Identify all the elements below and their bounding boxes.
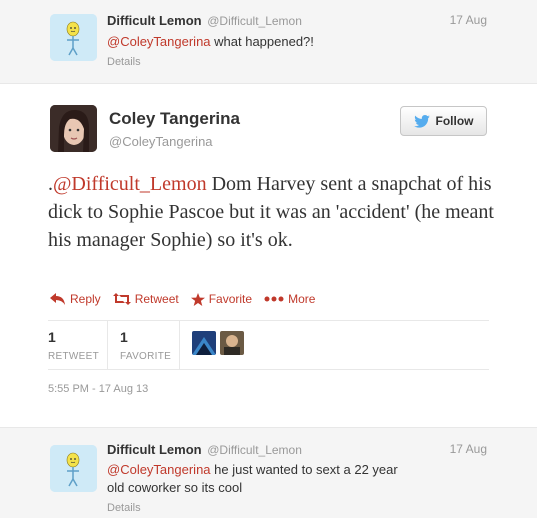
favorite-button[interactable]: Favorite <box>190 292 253 306</box>
author-line: Difficult Lemon @Difficult_Lemon <box>107 442 302 457</box>
reply-label: Reply <box>70 292 101 306</box>
avatar[interactable] <box>50 105 97 152</box>
mention-link[interactable]: @ColeyTangerina <box>107 462 211 477</box>
tweet-text: .@Difficult_Lemon Dom Harvey sent a snap… <box>48 170 508 254</box>
retweets-label: RETWEET <box>48 351 99 362</box>
follow-label: Follow <box>435 114 474 128</box>
follow-button[interactable]: Follow <box>400 106 487 136</box>
favorites-label: FAVORITE <box>120 351 172 362</box>
details-link[interactable]: Details <box>107 56 141 68</box>
more-label: More <box>288 292 316 306</box>
favorites-count: 1 <box>120 329 128 345</box>
main-tweet: Coley Tangerina @ColeyTangerina Follow .… <box>0 84 537 427</box>
details-link[interactable]: Details <box>107 502 141 514</box>
tweet-timestamp[interactable]: 5:55 PM - 17 Aug 13 <box>48 383 148 395</box>
twitter-bird-icon <box>413 114 430 128</box>
tweet-text: @ColeyTangerina what happened?! <box>107 33 407 51</box>
avatar[interactable] <box>50 445 97 492</box>
favoriter-avatar[interactable] <box>220 331 244 355</box>
author-handle[interactable]: @Difficult_Lemon <box>207 443 302 457</box>
tweet-actions: Reply Retweet Favorite More <box>50 292 315 306</box>
avatar[interactable] <box>50 14 97 61</box>
retweet-button[interactable]: Retweet <box>112 292 179 306</box>
mention-link[interactable]: @Difficult_Lemon <box>53 173 207 195</box>
tweet-date[interactable]: 17 Aug <box>450 13 487 27</box>
reply-tweet-top[interactable]: Difficult Lemon @Difficult_Lemon 17 Aug … <box>0 0 537 84</box>
retweet-icon <box>112 293 131 305</box>
star-icon <box>190 292 205 306</box>
author-handle[interactable]: @ColeyTangerina <box>109 134 213 149</box>
author-line: Difficult Lemon @Difficult_Lemon <box>107 13 302 28</box>
divider <box>48 369 489 370</box>
more-button[interactable]: More <box>264 292 315 306</box>
tweet-body: what happened?! <box>210 34 314 49</box>
favoriter-avatar[interactable] <box>192 331 216 355</box>
reply-tweet-bottom[interactable]: Difficult Lemon @Difficult_Lemon 17 Aug … <box>0 427 537 518</box>
tweet-stats: 1 RETWEET 1 FAVORITE <box>48 321 244 369</box>
mention-link[interactable]: @ColeyTangerina <box>107 34 211 49</box>
author-name[interactable]: Difficult Lemon <box>107 13 202 28</box>
favorites-stat[interactable]: 1 FAVORITE <box>108 321 180 369</box>
favorite-label: Favorite <box>208 292 253 306</box>
tweet-date[interactable]: 17 Aug <box>450 442 487 456</box>
tweet-text: @ColeyTangerina he just wanted to sext a… <box>107 461 407 497</box>
author-name[interactable]: Difficult Lemon <box>107 442 202 457</box>
more-dots-icon <box>264 296 284 302</box>
reply-icon <box>50 293 65 305</box>
retweets-count: 1 <box>48 329 56 345</box>
reply-button[interactable]: Reply <box>50 292 101 306</box>
retweets-stat[interactable]: 1 RETWEET <box>48 321 108 369</box>
author-handle[interactable]: @Difficult_Lemon <box>207 14 302 28</box>
author-name[interactable]: Coley Tangerina <box>109 109 240 129</box>
retweet-label: Retweet <box>134 292 179 306</box>
favoriter-avatars <box>180 321 244 369</box>
